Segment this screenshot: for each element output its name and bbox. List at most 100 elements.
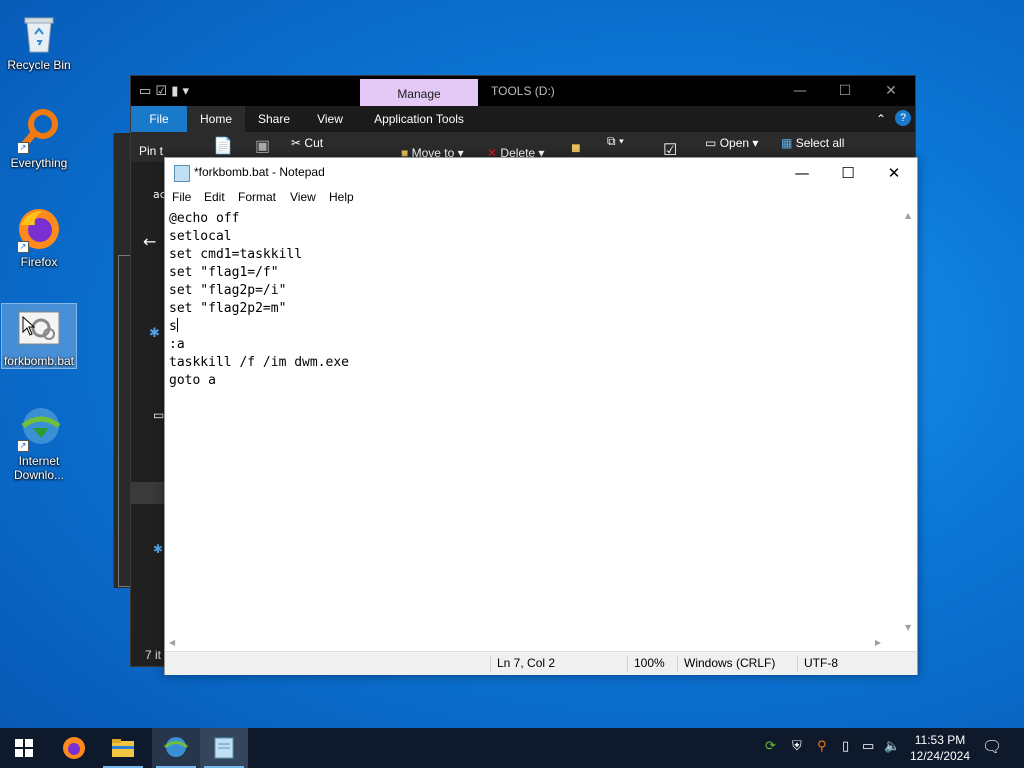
desktop-icon-label: forkbomb.bat [3, 354, 75, 368]
chevron-up-icon[interactable]: ⌃ [871, 106, 891, 132]
desktop-icon-label: Firefox [20, 255, 58, 269]
nav-fragment-selected [131, 482, 165, 504]
taskbar-internet-download-manager[interactable] [152, 728, 200, 768]
vertical-scrollbar[interactable]: ▲ ▼ [901, 208, 917, 635]
explorer-window-title: TOOLS (D:) [491, 84, 555, 98]
encoding: UTF-8 [797, 656, 838, 672]
tab-manage[interactable]: Manage [360, 79, 478, 106]
text-caret [176, 318, 178, 332]
desktop-icon-label: Everything [10, 156, 68, 170]
notepad-menu-bar: File Edit Format View Help [165, 188, 917, 208]
menu-view[interactable]: View [290, 190, 316, 204]
copy-icon[interactable]: 📄 [213, 136, 233, 156]
firefox-icon: ↗ [15, 205, 63, 253]
cursor-position: Ln 7, Col 2 [490, 656, 555, 672]
search-everything-icon[interactable]: ⚲ [817, 739, 827, 754]
shield-icon[interactable]: ⛨ [792, 739, 802, 754]
tray-idm-icon[interactable]: ⟳ [765, 739, 776, 754]
scroll-right-icon[interactable]: ▶ [875, 638, 881, 647]
shortcut-arrow-icon: ↗ [17, 142, 29, 154]
ribbon-tabs: File Home Share View Application Tools ⌃… [131, 106, 915, 132]
desktop-icon-label: Recycle Bin [7, 58, 71, 72]
folder-icon [112, 739, 134, 757]
volume-muted-icon[interactable]: 🔈 [884, 739, 900, 754]
minimize-button[interactable]: — [779, 158, 825, 188]
desktop-icon-recycle-bin[interactable]: Recycle Bin [4, 8, 74, 72]
open-icon: ▭ [705, 136, 717, 150]
desktop-icon-everything[interactable]: ↗ Everything [4, 106, 74, 170]
horizontal-scrollbar[interactable]: ◀ ▶ [165, 635, 901, 651]
clock[interactable]: 11:53 PM 12/24/2024 [905, 732, 975, 764]
tab-view[interactable]: View [305, 106, 355, 132]
notepad-icon [174, 165, 190, 182]
scroll-up-icon[interactable]: ▲ [905, 211, 911, 220]
menu-edit[interactable]: Edit [204, 190, 225, 204]
desktop-icon-internet-download-manager[interactable]: ↗ Internet Downlo... [4, 404, 74, 482]
menu-format[interactable]: Format [238, 190, 276, 204]
tab-file[interactable]: File [131, 106, 187, 132]
menu-file[interactable]: File [172, 190, 191, 204]
scroll-down-icon[interactable]: ▼ [905, 623, 911, 632]
editor-line: set cmd1=taskkill [169, 247, 303, 262]
internet-download-manager-icon [164, 737, 188, 757]
notepad-title-bar: *forkbomb.bat - Notepad — ☐ ✕ [165, 158, 917, 188]
editor-line: taskkill /f /im dwm.exe [169, 355, 350, 370]
start-button[interactable] [0, 728, 48, 768]
windows-icon [15, 739, 33, 757]
notepad-status-bar: Ln 7, Col 2 100% Windows (CRLF) UTF-8 [165, 651, 917, 675]
editor-line: :a [169, 337, 185, 352]
network-icon[interactable]: ▭ [862, 739, 874, 754]
new-item-icon[interactable]: ⧉ ▾ [607, 134, 624, 149]
desktop-icon-label: Internet Downlo... [13, 454, 65, 482]
usb-device-icon[interactable]: ▯ [842, 739, 849, 754]
open-button[interactable]: ▭ Open ▾ [705, 136, 758, 150]
tab-share[interactable]: Share [249, 106, 299, 132]
back-arrow-icon[interactable]: ← [143, 232, 156, 251]
tab-application-tools[interactable]: Application Tools [363, 106, 475, 132]
select-all-button[interactable]: ▦ Select all [781, 136, 844, 150]
taskbar-file-explorer[interactable] [99, 728, 147, 768]
minimize-button[interactable]: — [778, 80, 822, 102]
paste-icon[interactable]: ▣ [255, 136, 270, 156]
close-button[interactable]: ✕ [871, 158, 917, 188]
scissors-icon: ✂ [291, 136, 302, 150]
desktop-icon-firefox[interactable]: ↗ Firefox [4, 205, 74, 269]
everything-icon: ↗ [15, 106, 63, 154]
clock-date: 12/24/2024 [909, 749, 971, 763]
help-icon[interactable]: ? [895, 110, 911, 126]
text-editor-area[interactable]: @echo off setlocal set cmd1=taskkill set… [165, 208, 901, 635]
firefox-icon [63, 737, 85, 759]
cut-button[interactable]: ✂ Cut [291, 136, 323, 150]
notification-icon[interactable]: 🗨 [982, 737, 1002, 756]
maximize-button[interactable]: ☐ [823, 80, 867, 102]
editor-line: set "flag2p=/i" [169, 283, 287, 298]
recycle-bin-icon [15, 8, 63, 56]
new-folder-icon[interactable]: ■ [571, 140, 581, 158]
tab-home[interactable]: Home [187, 106, 245, 132]
taskbar: ⟳ ⛨ ⚲ ▯ ▭ 🔈 11:53 PM 12/24/2024 🗨 [0, 728, 1024, 768]
notepad-window-title: *forkbomb.bat - Notepad [194, 165, 325, 179]
scroll-left-icon[interactable]: ◀ [169, 638, 175, 647]
taskbar-notepad[interactable] [200, 728, 248, 768]
select-all-icon: ▦ [781, 136, 793, 150]
desktop-icon-forkbomb-bat[interactable]: forkbomb.bat [1, 303, 77, 369]
editor-line-current: s [169, 318, 178, 334]
editor-line: goto a [169, 373, 216, 388]
internet-download-manager-icon: ↗ [15, 404, 63, 452]
mouse-cursor-icon [22, 315, 36, 339]
quick-access-toolbar[interactable]: ▭ ☑ ▮ ▾ [139, 84, 189, 99]
line-ending: Windows (CRLF) [677, 656, 775, 672]
editor-line: set "flag1=/f" [169, 265, 279, 280]
explorer-nav-pane: ac ← ✱ ▭ ✱ [131, 162, 166, 666]
taskbar-firefox[interactable] [50, 728, 98, 768]
nav-fragment: ✱ [153, 542, 164, 556]
pin-label[interactable]: Pin t [139, 144, 163, 158]
zoom-level: 100% [627, 656, 665, 672]
maximize-button[interactable]: ☐ [825, 158, 871, 188]
nav-fragment: ✱ [149, 326, 160, 341]
nav-fragment: ▭ [153, 408, 165, 422]
menu-help[interactable]: Help [329, 190, 354, 204]
shortcut-arrow-icon: ↗ [17, 241, 29, 253]
close-button[interactable]: ✕ [869, 80, 913, 102]
notepad-window[interactable]: *forkbomb.bat - Notepad — ☐ ✕ File Edit … [164, 157, 918, 675]
